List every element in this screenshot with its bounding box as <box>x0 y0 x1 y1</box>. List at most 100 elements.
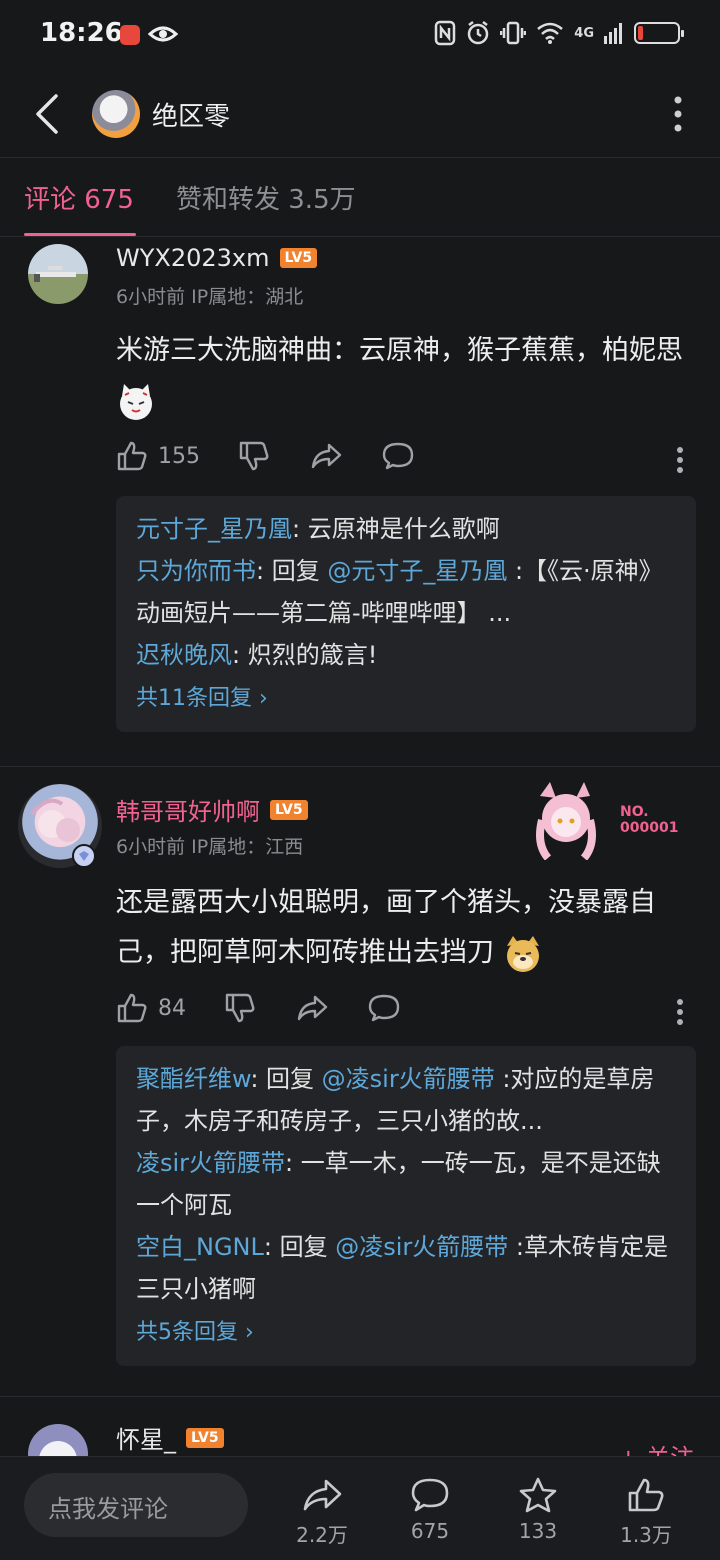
tabs: 评论 675 赞和转发 3.5万 <box>0 159 720 237</box>
reply-item[interactable]: 聚酯纤维w: 回复 @凌sir火箭腰带 :对应的是草房子，木房子和砖房子，三只小… <box>136 1058 676 1142</box>
comment-text: 米游三大洗脑神曲：云原神，猴子蕉蕉，柏妮思 <box>116 326 696 426</box>
level-badge: LV5 <box>279 248 318 268</box>
reply-mention[interactable]: @凌sir火箭腰带 <box>335 1233 508 1261</box>
reply-separator: : <box>292 515 308 543</box>
username[interactable]: 怀星_ LV5 <box>116 1420 224 1455</box>
reply-mention[interactable]: @凌sir火箭腰带 <box>322 1065 495 1093</box>
comment-meta: 6小时前 IP属地：江西 <box>116 836 304 858</box>
status-icons: 4G <box>434 20 684 46</box>
reply-separator: : 回复 <box>250 1065 322 1093</box>
anime-girl-badge-icon <box>536 782 596 861</box>
header-title: 绝区零 <box>152 102 231 132</box>
username-text[interactable]: 韩哥哥好帅啊 <box>116 792 260 827</box>
reply-separator: : <box>285 1149 301 1177</box>
reply-username[interactable]: 空白_NGNL <box>136 1233 264 1261</box>
cat-mask-emoji-icon <box>120 383 152 420</box>
comment-input[interactable]: 点我发评论 <box>24 1473 248 1537</box>
dislike-button[interactable] <box>238 440 270 472</box>
comment-meta: 6小时前 IP属地：湖北 <box>116 286 304 308</box>
reply-button[interactable] <box>382 440 414 472</box>
reply-separator: : <box>232 641 248 669</box>
fan-badge-label: NO. <box>620 804 649 820</box>
fan-badge[interactable]: NO. 000001 <box>528 780 698 861</box>
comment-text: 还是露西大小姐聪明，画了个猪头，没暴露自己，把阿草阿木阿砖推出去挡刀 <box>116 878 696 978</box>
reply-username[interactable]: 凌sir火箭腰带 <box>136 1149 285 1177</box>
reply-username[interactable]: 迟秋晚风 <box>136 641 232 669</box>
status-bar: 18:26 4G <box>0 0 720 70</box>
eye-icon <box>148 26 178 42</box>
nfc-icon <box>435 20 456 46</box>
bottom-bar: 点我发评论 2.2万 675 133 1.3万 <box>0 1456 720 1560</box>
like-button[interactable]: 84 <box>116 992 186 1024</box>
tab-likes-reposts[interactable]: 赞和转发 3.5万 <box>176 179 356 216</box>
fan-badge-number: 000001 <box>620 820 679 836</box>
username[interactable]: 韩哥哥好帅啊 LV5 <box>116 792 308 827</box>
battery-icon <box>634 22 684 44</box>
like-count: 155 <box>158 443 200 469</box>
comment-bubble-icon <box>368 994 400 1022</box>
comment-item: 韩哥哥好帅啊 LV5 6小时前 IP属地：江西 NO. 000001 还是露西大… <box>0 780 720 1392</box>
more-options-icon[interactable] <box>676 998 684 1026</box>
reply-preview[interactable]: 元寸子_星乃凰: 云原神是什么歌啊 只为你而书: 回复 @元寸子_星乃凰 :【《… <box>116 496 696 732</box>
reply-preview[interactable]: 聚酯纤维w: 回复 @凌sir火箭腰带 :对应的是草房子，木房子和砖房子，三只小… <box>116 1046 696 1366</box>
like-button[interactable]: 155 <box>116 440 200 472</box>
reply-username[interactable]: 聚酯纤维w <box>136 1065 250 1093</box>
thumbs-up-icon <box>117 441 147 471</box>
dislike-button[interactable] <box>224 992 256 1024</box>
comment-action[interactable]: 675 <box>390 1477 470 1543</box>
tab-indicator <box>24 233 136 236</box>
share-button[interactable] <box>296 992 328 1024</box>
reply-item[interactable]: 迟秋晚风: 炽烈的箴言! <box>136 634 676 676</box>
view-all-replies-link[interactable]: 共5条回复 › <box>136 1312 676 1354</box>
header: 绝区零 <box>0 70 720 158</box>
follow-button[interactable]: + 关注 <box>618 1438 694 1456</box>
like-action[interactable]: 1.3万 <box>606 1477 686 1548</box>
divider <box>0 766 720 767</box>
level-badge: LV5 <box>270 799 308 820</box>
comment-item: 怀星_ LV5 + 关注 <box>0 1410 720 1456</box>
reply-text: 云原神是什么歌啊 <box>307 515 500 543</box>
reply-mention[interactable]: @元寸子_星乃凰 <box>327 557 507 585</box>
reply-username[interactable]: 元寸子_星乃凰 <box>136 515 292 543</box>
comment-actions: 155 <box>116 440 696 480</box>
avatar[interactable] <box>28 244 88 304</box>
comment-count: 675 <box>410 1519 450 1543</box>
view-all-replies-link[interactable]: 共11条回复 › <box>136 678 676 720</box>
verified-badge-icon <box>72 844 96 868</box>
network-label: 4G <box>574 25 594 41</box>
reply-button[interactable] <box>368 992 400 1024</box>
username[interactable]: WYX2023xm LV5 <box>116 244 318 272</box>
username-text[interactable]: WYX2023xm <box>116 244 270 272</box>
header-avatar[interactable] <box>92 90 140 138</box>
comment-text-content: 米游三大洗脑神曲：云原神，猴子蕉蕉，柏妮思 <box>116 335 683 366</box>
reply-item[interactable]: 元寸子_星乃凰: 云原神是什么歌啊 <box>136 508 676 550</box>
more-options-icon[interactable] <box>676 446 684 474</box>
comment-bubble-icon <box>411 1478 449 1512</box>
star-icon <box>519 1477 557 1513</box>
alarm-icon <box>468 21 489 45</box>
tab-comments[interactable]: 评论 675 <box>24 179 134 216</box>
reply-username[interactable]: 只为你而书 <box>136 557 256 585</box>
level-badge: LV5 <box>186 1427 224 1448</box>
avatar[interactable] <box>28 1424 88 1456</box>
share-count: 2.2万 <box>296 1523 348 1547</box>
reply-item[interactable]: 凌sir火箭腰带: 一草一木，一砖一瓦，是不是还缺一个阿瓦 <box>136 1142 676 1226</box>
username-text[interactable]: 怀星_ <box>116 1420 176 1455</box>
share-button[interactable] <box>310 440 342 472</box>
comment-item: WYX2023xm LV5 6小时前 IP属地：湖北 米游三大洗脑神曲：云原神，… <box>0 238 720 768</box>
thumbs-down-icon <box>225 993 255 1023</box>
divider <box>0 1396 720 1397</box>
favorite-action[interactable]: 133 <box>498 1477 578 1543</box>
reply-item[interactable]: 空白_NGNL: 回复 @凌sir火箭腰带 :草木砖肯定是三只小猪啊 <box>136 1226 676 1310</box>
more-vertical-icon[interactable] <box>672 94 684 134</box>
vibrate-icon <box>500 21 527 45</box>
share-arrow-icon <box>311 443 342 469</box>
reply-separator: : 回复 <box>263 1233 336 1261</box>
share-arrow-icon <box>297 995 328 1021</box>
share-action[interactable]: 2.2万 <box>282 1477 362 1548</box>
reply-item[interactable]: 只为你而书: 回复 @元寸子_星乃凰 :【《云·原神》动画短片——第二篇-哔哩哔… <box>136 550 676 634</box>
thumbs-up-icon <box>117 993 147 1023</box>
back-arrow-icon[interactable] <box>30 92 70 136</box>
comment-text-content: 还是露西大小姐聪明，画了个猪头，没暴露自己，把阿草阿木阿砖推出去挡刀 <box>116 887 656 968</box>
status-time: 18:26 <box>40 18 123 48</box>
